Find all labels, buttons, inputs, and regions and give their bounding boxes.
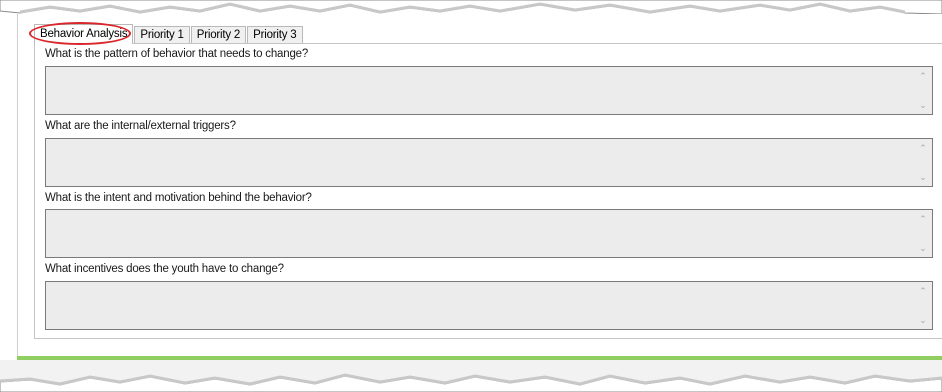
tab-page-behavior-analysis: What is the pattern of behavior that nee… — [34, 43, 942, 339]
pattern-of-behavior-textarea[interactable]: ⌃ ⌄ — [45, 66, 933, 115]
question-label: What is the pattern of behavior that nee… — [45, 48, 309, 60]
tab-priority-3[interactable]: Priority 3 — [247, 26, 303, 44]
tab-label: Priority 2 — [196, 29, 241, 41]
scroll-down-icon[interactable]: ⌄ — [918, 316, 928, 325]
scroll-up-icon[interactable]: ⌃ — [918, 72, 928, 81]
scroll-down-icon[interactable]: ⌄ — [918, 101, 928, 110]
triggers-textarea[interactable]: ⌃ ⌄ — [45, 138, 933, 187]
scroll-up-icon[interactable]: ⌃ — [918, 144, 928, 153]
tab-behavior-analysis[interactable]: Behavior Analysis — [29, 22, 134, 45]
scroll-up-icon[interactable]: ⌃ — [918, 215, 928, 224]
tab-label: Priority 1 — [140, 29, 184, 41]
scroll-down-icon[interactable]: ⌄ — [918, 244, 928, 253]
tab-label: Behavior Analysis — [40, 28, 128, 40]
torn-edge-bottom — [0, 360, 942, 392]
tab-priority-1[interactable]: Priority 1 — [134, 26, 190, 44]
tab-priority-2[interactable]: Priority 2 — [190, 26, 247, 44]
question-label: What incentives does the youth have to c… — [45, 263, 284, 275]
incentives-textarea[interactable]: ⌃ ⌄ — [45, 281, 933, 330]
tab-label: Priority 3 — [253, 29, 297, 41]
scroll-down-icon[interactable]: ⌄ — [918, 173, 928, 182]
form-panel: Behavior Analysis Priority 1 Priority 2 … — [17, 14, 942, 358]
scroll-up-icon[interactable]: ⌃ — [918, 287, 928, 296]
tab-strip: Behavior Analysis Priority 1 Priority 2 … — [29, 22, 304, 45]
question-label: What is the intent and motivation behind… — [45, 192, 312, 204]
question-label: What are the internal/external triggers? — [45, 120, 236, 132]
intent-motivation-textarea[interactable]: ⌃ ⌄ — [45, 209, 933, 258]
